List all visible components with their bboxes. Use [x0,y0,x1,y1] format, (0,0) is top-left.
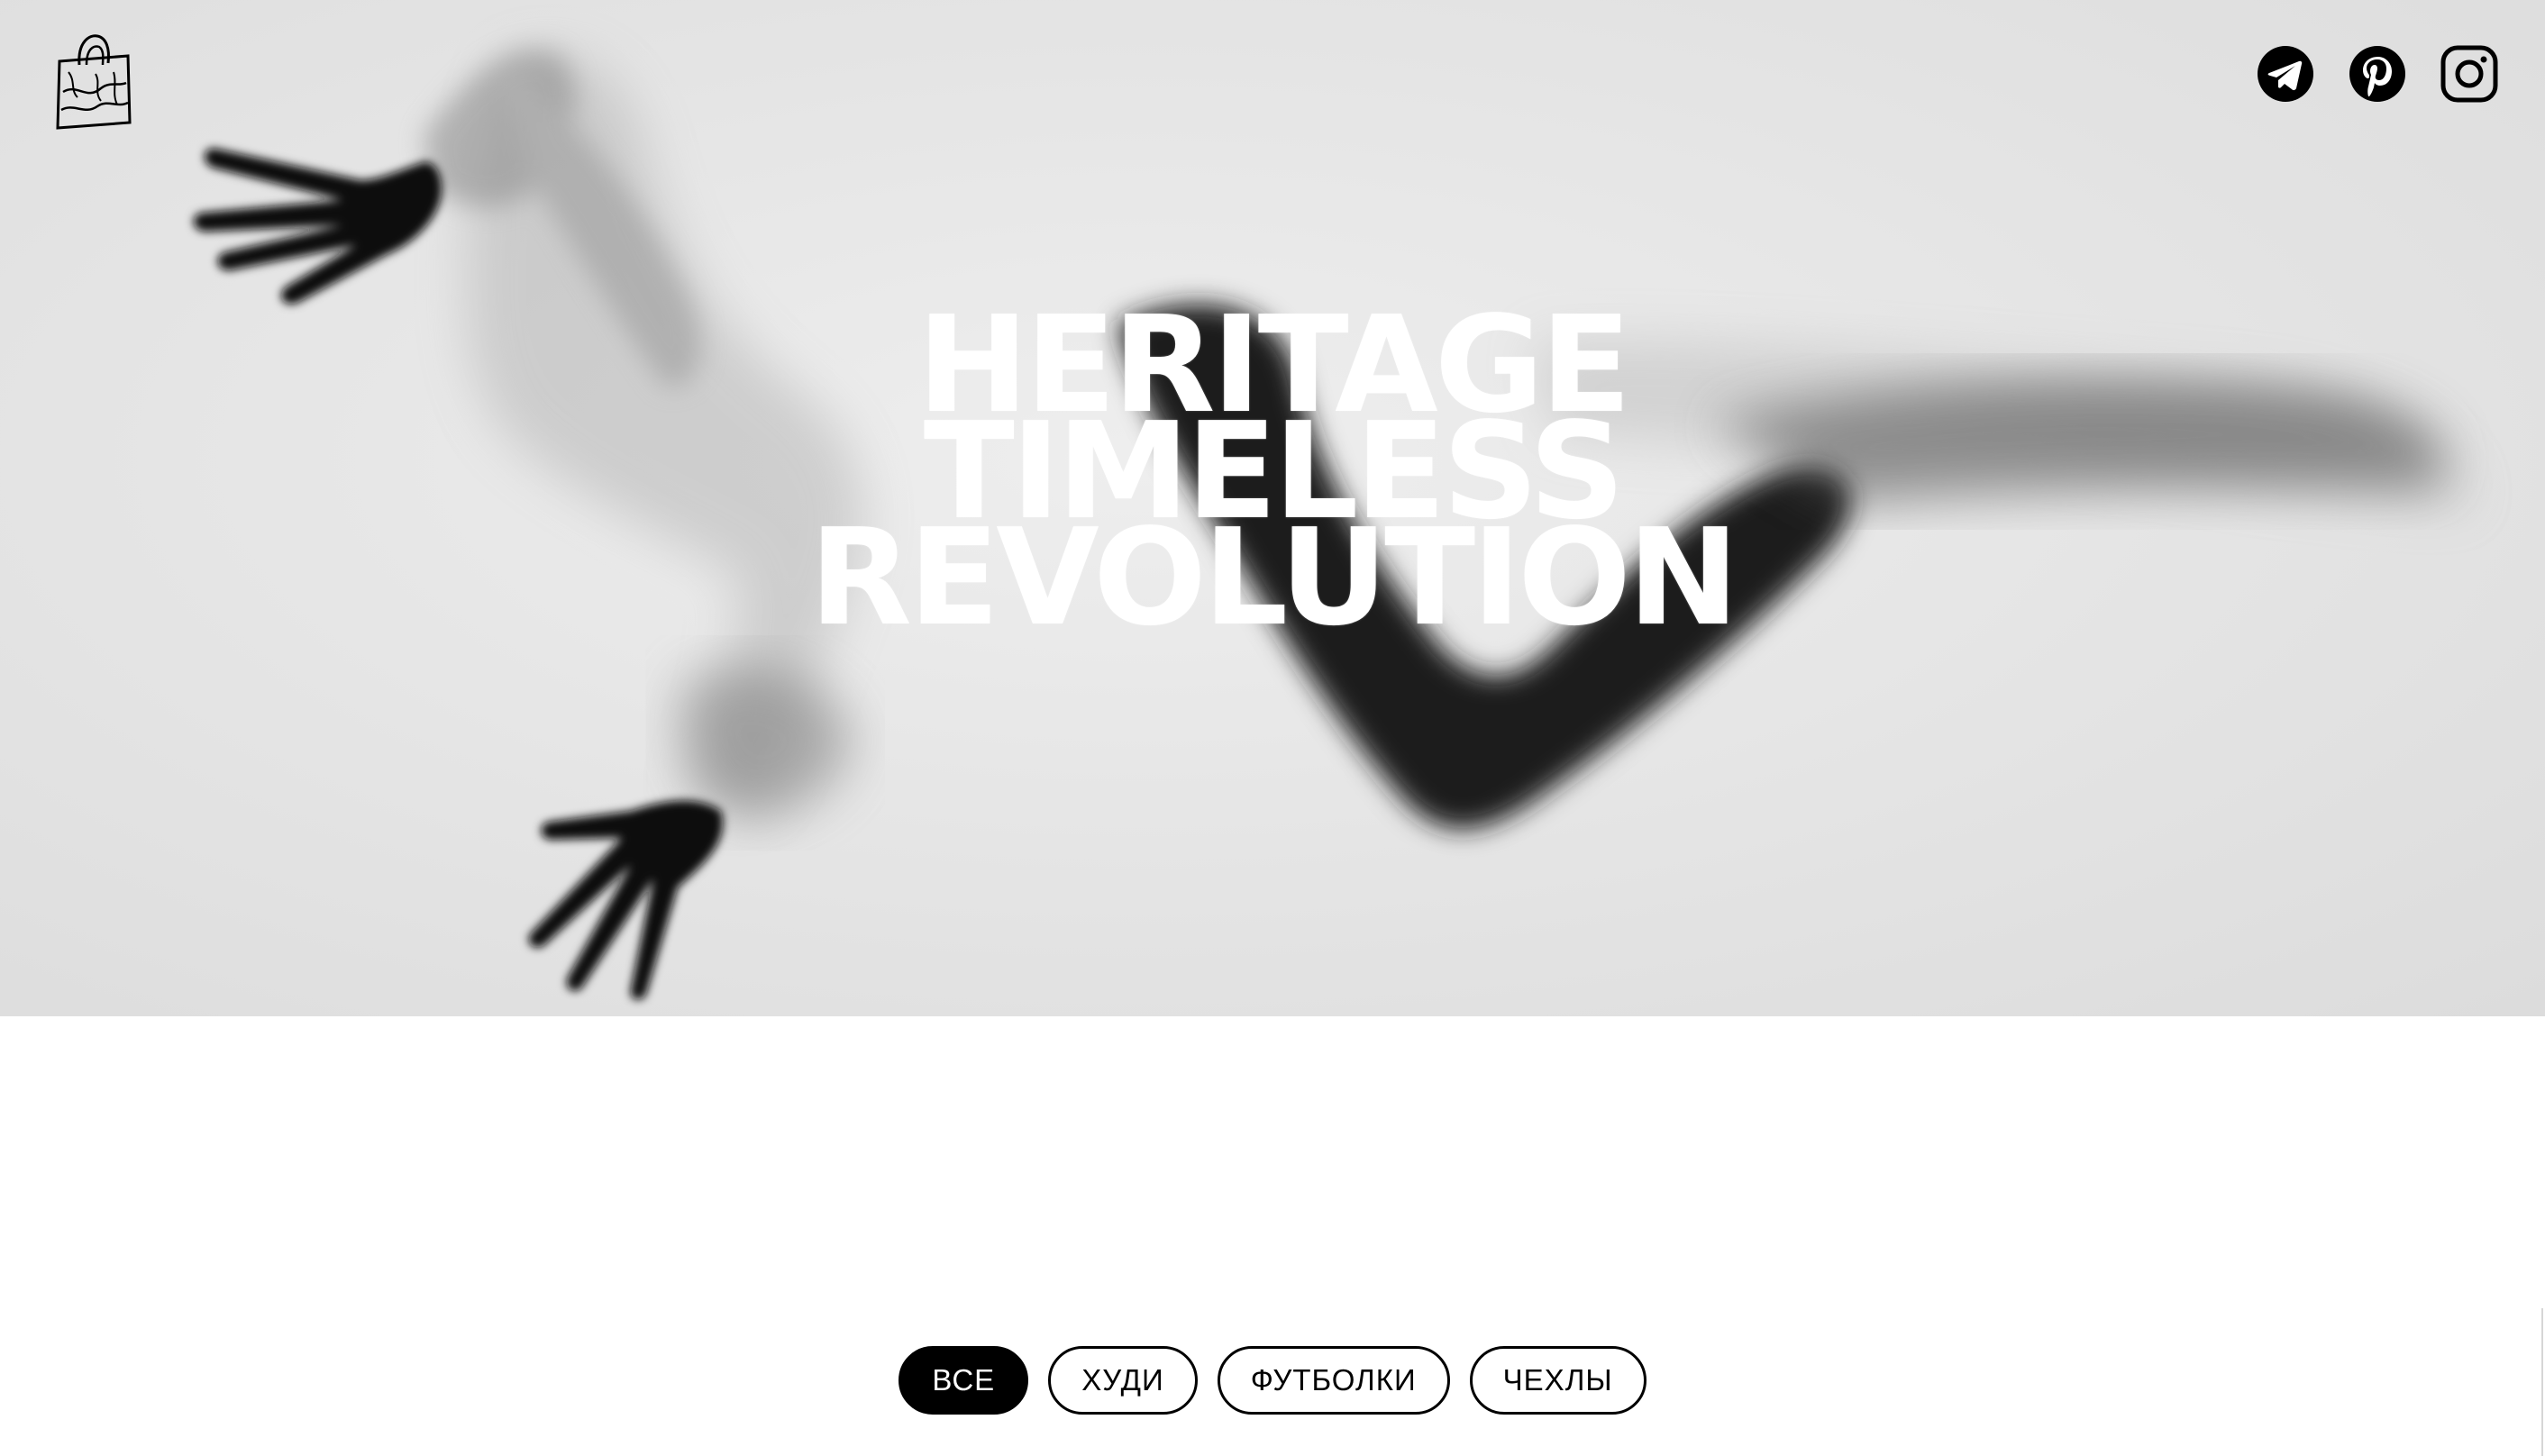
category-filters: ВСЕ ХУДИ ФУТБОЛКИ ЧЕХЛЫ [0,1346,2545,1415]
hero-banner: HERITAGE TIMELESS REVOLUTION [0,0,2545,1016]
hero-headline: HERITAGE TIMELESS REVOLUTION [0,298,2545,655]
filter-tshirts-button[interactable]: ФУТБОЛКИ [1217,1346,1450,1415]
headline-line-3: REVOLUTION [809,500,1739,655]
social-links [2257,45,2498,103]
pinterest-icon[interactable] [2349,45,2406,103]
instagram-icon[interactable] [2440,45,2498,103]
filter-all-button[interactable]: ВСЕ [899,1346,1029,1415]
telegram-icon[interactable] [2257,45,2314,103]
page: HERITAGE TIMELESS REVOLUTION ВСЕ ХУДИ ФУ… [0,0,2545,1456]
logo-shopping-bag-icon[interactable] [50,29,137,133]
filter-cases-button[interactable]: ЧЕХЛЫ [1469,1346,1646,1415]
shopping-bag-icon [56,34,132,130]
scrollbar-track[interactable] [2541,1308,2543,1456]
filter-hoodies-button[interactable]: ХУДИ [1048,1346,1198,1415]
